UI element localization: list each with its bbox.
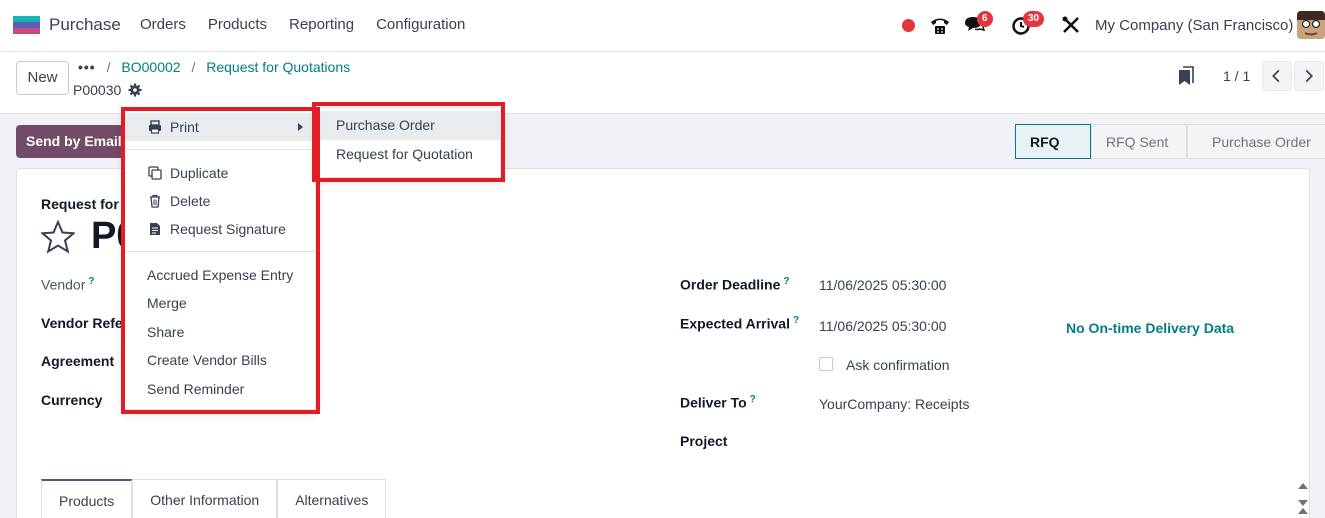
expected-arrival-value[interactable]: 11/06/2025 05:30:00 [819, 318, 946, 334]
control-panel: New ••• / BO00002 / Request for Quotatio… [0, 52, 1325, 114]
scroll-arrows-icon[interactable] [1296, 480, 1310, 518]
status-rfq[interactable]: RFQ [1015, 124, 1091, 159]
ontime-delivery-link[interactable]: No On-time Delivery Data [1066, 320, 1234, 336]
recording-indicator-icon[interactable] [902, 19, 915, 32]
purchase-app-icon[interactable] [13, 16, 40, 34]
phone-icon[interactable] [929, 14, 951, 36]
tab-products[interactable]: Products [41, 479, 133, 518]
deliver-to-value[interactable]: YourCompany: Receipts [819, 396, 969, 412]
menu-configuration[interactable]: Configuration [376, 16, 465, 33]
highlight-box-gear-menu [121, 107, 320, 414]
pager-value[interactable]: 1 / 1 [1223, 68, 1250, 84]
notebook-tabs: Products Other Information Alternatives [41, 479, 387, 518]
bookmark-icon[interactable] [1178, 66, 1194, 86]
highlight-box-print-submenu [312, 102, 505, 182]
order-deadline-value[interactable]: 11/06/2025 05:30:00 [819, 277, 946, 293]
main-menu: Orders Products Reporting Configuration [140, 16, 487, 33]
breadcrumb-more[interactable]: ••• [78, 59, 96, 75]
send-by-email-button[interactable]: Send by Email [16, 125, 124, 158]
breadcrumb-bo00002[interactable]: BO00002 [121, 59, 180, 75]
vendor-label: Vendor? [41, 276, 95, 293]
ask-confirmation-checkbox[interactable] [819, 357, 833, 371]
new-button[interactable]: New [16, 61, 69, 95]
menu-reporting[interactable]: Reporting [289, 16, 354, 33]
project-label: Project [680, 433, 728, 449]
gear-icon[interactable] [128, 83, 142, 97]
breadcrumb: ••• / BO00002 / Request for Quotations [78, 59, 351, 75]
status-bar: RFQ RFQ Sent Purchase Order [1015, 124, 1325, 159]
form-title-label: Request for [41, 196, 119, 212]
messages-badge: 6 [977, 11, 993, 27]
app-name[interactable]: Purchase [49, 15, 121, 35]
top-navbar: Purchase Orders Products Reporting Confi… [0, 0, 1325, 52]
deliver-to-label: Deliver To? [680, 394, 756, 411]
breadcrumb-rfq[interactable]: Request for Quotations [206, 59, 350, 75]
menu-products[interactable]: Products [208, 16, 267, 33]
status-purchase-order[interactable]: Purchase Order [1187, 124, 1325, 159]
debug-tools-icon[interactable] [1060, 14, 1082, 36]
ask-confirmation-label: Ask confirmation [846, 357, 950, 373]
agreement-label: Agreement [41, 353, 115, 369]
record-name: P00030 [73, 82, 122, 98]
tab-other-information[interactable]: Other Information [132, 479, 278, 518]
currency-label: Currency [41, 392, 103, 408]
pager-next-button[interactable] [1294, 61, 1324, 91]
tab-alternatives[interactable]: Alternatives [277, 479, 387, 518]
priority-star-icon[interactable] [41, 220, 75, 254]
vendor-reference-label: Vendor Refe [41, 315, 123, 331]
activities-badge: 30 [1023, 11, 1045, 27]
company-switcher[interactable]: My Company (San Francisco) [1095, 17, 1293, 34]
menu-orders[interactable]: Orders [140, 16, 186, 33]
user-avatar[interactable] [1297, 11, 1325, 39]
status-rfq-sent[interactable]: RFQ Sent [1091, 124, 1187, 159]
pager-previous-button[interactable] [1262, 61, 1292, 91]
expected-arrival-label: Expected Arrival? [680, 315, 800, 332]
order-deadline-label: Order Deadline? [680, 276, 790, 293]
